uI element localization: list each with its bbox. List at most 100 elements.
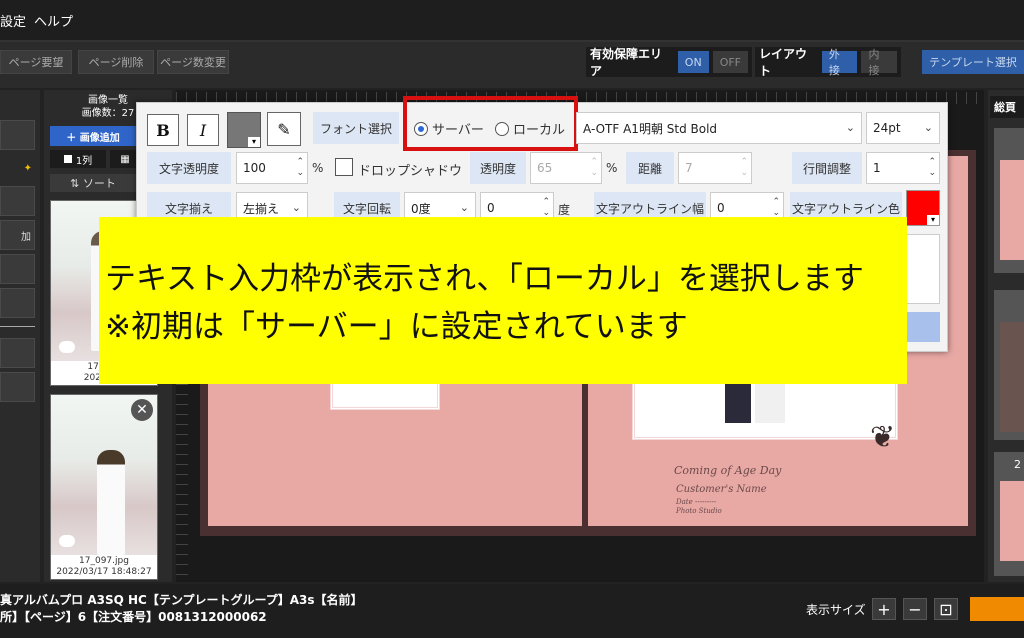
drop-shadow-label: ドロップシャドウ: [358, 164, 463, 179]
layout-outer-toggle[interactable]: 外接: [821, 48, 858, 77]
distance-value: 7: [685, 161, 693, 175]
left-tool-2[interactable]: ✦: [0, 153, 35, 183]
transparency-value: 65: [537, 161, 553, 175]
script-name[interactable]: Customer's Name: [676, 484, 767, 495]
photo-frame-left[interactable]: [330, 380, 440, 410]
degree-unit: 度: [558, 203, 571, 217]
order-info-line-2: 所】【ページ】6【注文番号】0081312000062: [0, 610, 267, 624]
thumb-date: 2022/03/17 18:48:27: [56, 567, 152, 577]
stepper-icon[interactable]: ⌃ ⌄: [740, 157, 748, 179]
zoom-label: 表示サイズ: [806, 603, 866, 617]
safe-area-group: 有効保障エリア ON OFF: [586, 47, 752, 78]
transparency-label: 透明度: [470, 152, 526, 184]
left-tool-8[interactable]: [0, 372, 35, 402]
highlight-box: [403, 96, 578, 151]
zoom-fit-button[interactable]: ⊡: [934, 598, 958, 620]
menu-bar: 設定 ヘルプ: [0, 0, 1024, 40]
chevron-down-icon: ⌄: [845, 121, 855, 134]
font-select-label: フォント選択: [313, 112, 399, 144]
add-image-button[interactable]: ＋ 画像追加: [50, 126, 136, 146]
menu-settings[interactable]: 設定: [0, 11, 26, 30]
layout-group: レイアウト 外接 内接: [755, 47, 901, 78]
page-thumb-2[interactable]: [994, 290, 1024, 440]
groom-figure: [725, 383, 751, 423]
instruction-line-1: テキスト入力枠が表示され、「ローカル」を選択します: [105, 261, 864, 297]
page-thumb-pink: [1000, 481, 1024, 561]
rotate-number-value: 0: [487, 201, 495, 215]
bride-figure: [97, 450, 125, 555]
apply-button[interactable]: [906, 312, 940, 342]
script-title[interactable]: Coming of Age Day: [674, 464, 781, 477]
stepper-icon[interactable]: ⌃ ⌄: [296, 157, 304, 179]
line-spacing-input[interactable]: 1 ⌃ ⌄: [866, 152, 940, 184]
safe-area-off-toggle[interactable]: OFF: [712, 51, 748, 73]
stepper-icon[interactable]: ⌃ ⌄: [590, 157, 598, 179]
align-value: 左揃え: [243, 201, 280, 216]
menu-help[interactable]: ヘルプ: [34, 11, 73, 30]
line-spacing-value: 1: [873, 161, 881, 175]
left-tool-6[interactable]: [0, 288, 35, 318]
photo-frame-right[interactable]: [632, 380, 898, 440]
safe-area-on-toggle[interactable]: ON: [677, 51, 709, 73]
opacity-unit: %: [312, 161, 324, 175]
chevron-down-icon: ⌄: [923, 121, 933, 134]
left-tool-3[interactable]: [0, 186, 35, 216]
distance-label: 距離: [626, 152, 674, 184]
chevron-down-icon: ⌄: [459, 201, 469, 214]
outline-color-picker[interactable]: ▾: [906, 190, 940, 226]
font-name-select[interactable]: A-OTF A1明朝 Std Bold ⌄: [576, 112, 862, 144]
bride-figure: [755, 383, 785, 423]
font-name-value: A-OTF A1明朝 Std Bold: [583, 121, 718, 136]
template-select-button[interactable]: テンプレート選択: [922, 50, 1024, 74]
page-delete-button[interactable]: ページ削除: [78, 50, 154, 74]
left-tool-5[interactable]: [0, 254, 35, 284]
app-window: 設定 ヘルプ ページ要望 ページ削除 ページ数変更 有効保障エリア ON OFF…: [0, 0, 1024, 638]
script-date[interactable]: Date ---------: [676, 498, 716, 506]
font-size-value: 24pt: [873, 121, 901, 135]
zoom-in-button[interactable]: +: [872, 598, 896, 620]
transparency-input[interactable]: 65 ⌃ ⌄: [530, 152, 602, 184]
stepper-icon[interactable]: ⌃ ⌄: [772, 197, 780, 219]
opacity-input[interactable]: 100 ⌃ ⌄: [236, 152, 308, 184]
page-request-button[interactable]: ページ要望: [0, 50, 72, 74]
rotate-value: 0度: [411, 201, 431, 216]
layout-label: レイアウト: [759, 47, 808, 78]
instruction-line-2: ※初期は「サーバー」に設定されています: [105, 309, 688, 345]
thumb-photo: ✕: [51, 395, 157, 555]
text-input-area[interactable]: [906, 234, 940, 304]
instruction-callout: テキスト入力枠が表示され、「ローカル」を選択します ※初期は「サーバー」に設定さ…: [99, 217, 907, 384]
butterfly-icon: ❦: [870, 420, 896, 455]
single-column-icon: [63, 155, 72, 163]
order-info: 真アルバムプロ A3SQ HC【テンプレートグループ】A3s【名前】 所】【ペー…: [0, 592, 363, 626]
stepper-icon[interactable]: ⌃ ⌄: [928, 157, 936, 179]
italic-button[interactable]: I: [187, 114, 219, 146]
left-tool-1[interactable]: [0, 120, 35, 150]
drop-shadow-checkbox[interactable]: [335, 158, 353, 176]
page-thumb-3[interactable]: 2: [994, 452, 1024, 576]
left-divider: [0, 326, 35, 327]
transparency-unit: %: [606, 161, 618, 175]
outline-width-value: 0: [717, 201, 725, 215]
sort-button[interactable]: ⇅ ソート: [50, 174, 136, 192]
opacity-value: 100: [243, 161, 266, 175]
eyedropper-icon[interactable]: ✎: [267, 112, 301, 146]
distance-input[interactable]: 7 ⌃ ⌄: [678, 152, 752, 184]
text-color-picker[interactable]: ▾: [227, 112, 261, 148]
page-thumb-1[interactable]: [994, 128, 1024, 273]
layout-inner-toggle[interactable]: 内接: [861, 48, 898, 77]
zoom-out-button[interactable]: −: [903, 598, 927, 620]
left-tool-7[interactable]: [0, 338, 35, 368]
font-size-select[interactable]: 24pt ⌄: [866, 112, 940, 144]
remove-icon[interactable]: ✕: [131, 399, 153, 421]
image-thumb-2[interactable]: ✕ 17_097.jpg 2022/03/17 18:48:27: [50, 394, 158, 580]
safe-area-label: 有効保障エリア: [590, 47, 663, 78]
stepper-icon[interactable]: ⌃ ⌄: [542, 197, 550, 219]
chevron-down-icon: ▾: [927, 215, 939, 225]
upload-cloud-icon: [59, 341, 75, 353]
column-toggle[interactable]: 1列: [50, 150, 106, 168]
page-count-change-button[interactable]: ページ数変更: [157, 50, 229, 74]
primary-action-button[interactable]: [970, 597, 1024, 621]
script-studio[interactable]: Photo Studio: [676, 507, 722, 515]
bold-button[interactable]: B: [147, 114, 179, 146]
left-tool-add[interactable]: 加: [0, 220, 35, 250]
